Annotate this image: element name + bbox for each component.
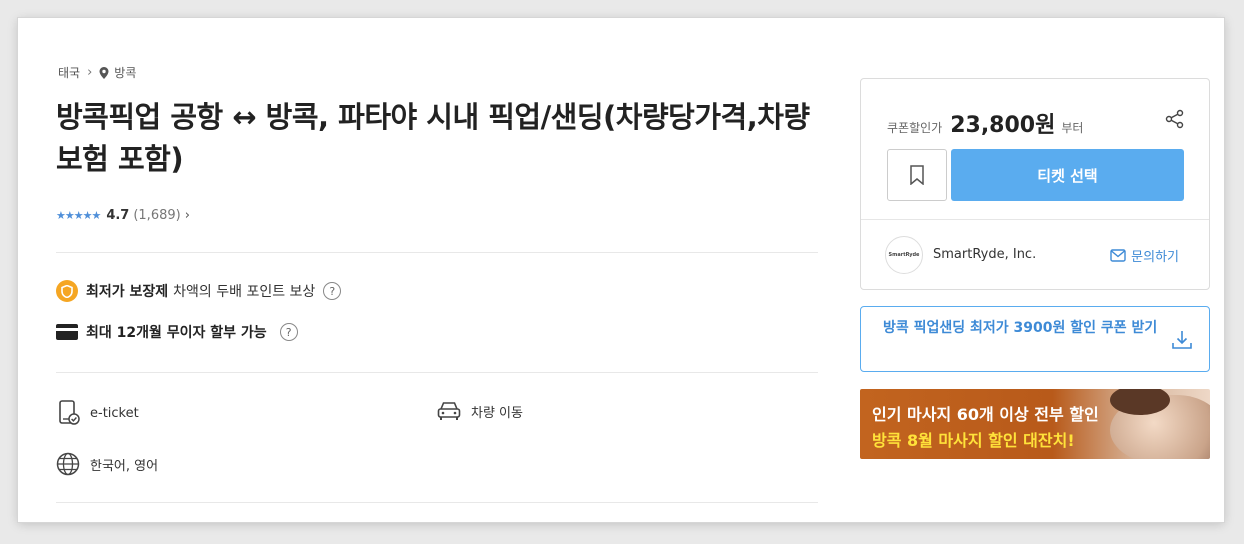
contact-label: 문의하기 [1131, 250, 1179, 265]
contact-button[interactable]: 문의하기 [1110, 246, 1179, 265]
pin-icon [99, 66, 109, 79]
divider [861, 219, 1209, 220]
installment: 최대 12개월 무이자 할부 가능 ? [56, 322, 298, 342]
download-icon [1172, 331, 1192, 349]
info-transport: 차량 이동 [437, 400, 523, 422]
rating[interactable]: ★★★★★ 4.7 (1,689) › [56, 208, 190, 223]
select-ticket-button[interactable]: 티켓 선택 [951, 149, 1184, 201]
guarantee-label: 최저가 보장제 [86, 284, 169, 300]
card-icon [56, 324, 78, 340]
info-language: 한국어, 영어 [56, 452, 158, 476]
chevron-right-icon: › [87, 65, 93, 80]
price-label: 쿠폰할인가 [887, 121, 943, 135]
shield-icon [56, 280, 78, 302]
coupon-download-button[interactable]: 방콕 픽업샌딩 최저가 3900원 할인 쿠폰 받기 [860, 306, 1210, 372]
star-rating-icon: ★★★★★ [56, 209, 101, 222]
mail-icon [1110, 249, 1126, 262]
installment-label: 최대 12개월 무이자 할부 가능 [86, 325, 267, 341]
breadcrumb-country[interactable]: 태국 [58, 64, 80, 81]
price-guarantee: 최저가 보장제 차액의 두배 포인트 보상 ? [56, 280, 342, 302]
price-suffix: 부터 [1061, 121, 1084, 135]
car-icon [437, 402, 461, 420]
divider [56, 252, 818, 253]
divider [56, 502, 818, 503]
ticket-icon [59, 400, 80, 425]
breadcrumb: 태국 › 방콕 [58, 64, 136, 81]
divider [56, 372, 818, 373]
info-ticket-label: e-ticket [90, 405, 139, 421]
review-count: (1,689) [133, 208, 181, 223]
price-row: 쿠폰할인가 23,800원 부터 [887, 107, 1083, 139]
product-page: 태국 › 방콕 방콕픽업 공항 ↔ 방콕, 파타야 시내 픽업/샌딩(차량당가격… [18, 18, 1224, 522]
globe-icon [56, 452, 80, 476]
promo-banner[interactable]: 인기 마사지 60개 이상 전부 할인 방콕 8월 마사지 할인 대잔치! [860, 389, 1210, 459]
seller-logo[interactable]: SmartRyde [885, 236, 923, 274]
bookmark-button[interactable] [887, 149, 947, 201]
seller-name[interactable]: SmartRyde, Inc. [933, 247, 1036, 262]
banner-line1: 인기 마사지 60개 이상 전부 할인 [872, 405, 1099, 424]
coupon-text: 방콕 픽업샌딩 최저가 3900원 할인 쿠폰 받기 [883, 320, 1158, 336]
info-transport-label: 차량 이동 [471, 405, 523, 421]
info-language-label: 한국어, 영어 [90, 458, 159, 474]
price: 23,800원 [950, 113, 1056, 138]
help-icon[interactable]: ? [323, 282, 342, 300]
page-title: 방콕픽업 공항 ↔ 방콕, 파타야 시내 픽업/샌딩(차량당가격,차량보험 포함… [56, 100, 810, 176]
breadcrumb-city[interactable]: 방콕 [114, 64, 136, 81]
guarantee-desc: 차액의 두배 포인트 보상 [173, 284, 316, 300]
price-box: 쿠폰할인가 23,800원 부터 티켓 선택 SmartRyde SmartRy… [860, 78, 1210, 290]
banner-line2: 방콕 8월 마사지 할인 대잔치! [872, 431, 1075, 450]
chevron-right-icon: › [184, 208, 190, 223]
info-ticket: e-ticket [58, 400, 139, 426]
rating-score: 4.7 [106, 208, 130, 223]
bookmark-icon [910, 165, 924, 185]
share-icon[interactable] [1165, 109, 1185, 129]
help-icon[interactable]: ? [279, 323, 298, 341]
